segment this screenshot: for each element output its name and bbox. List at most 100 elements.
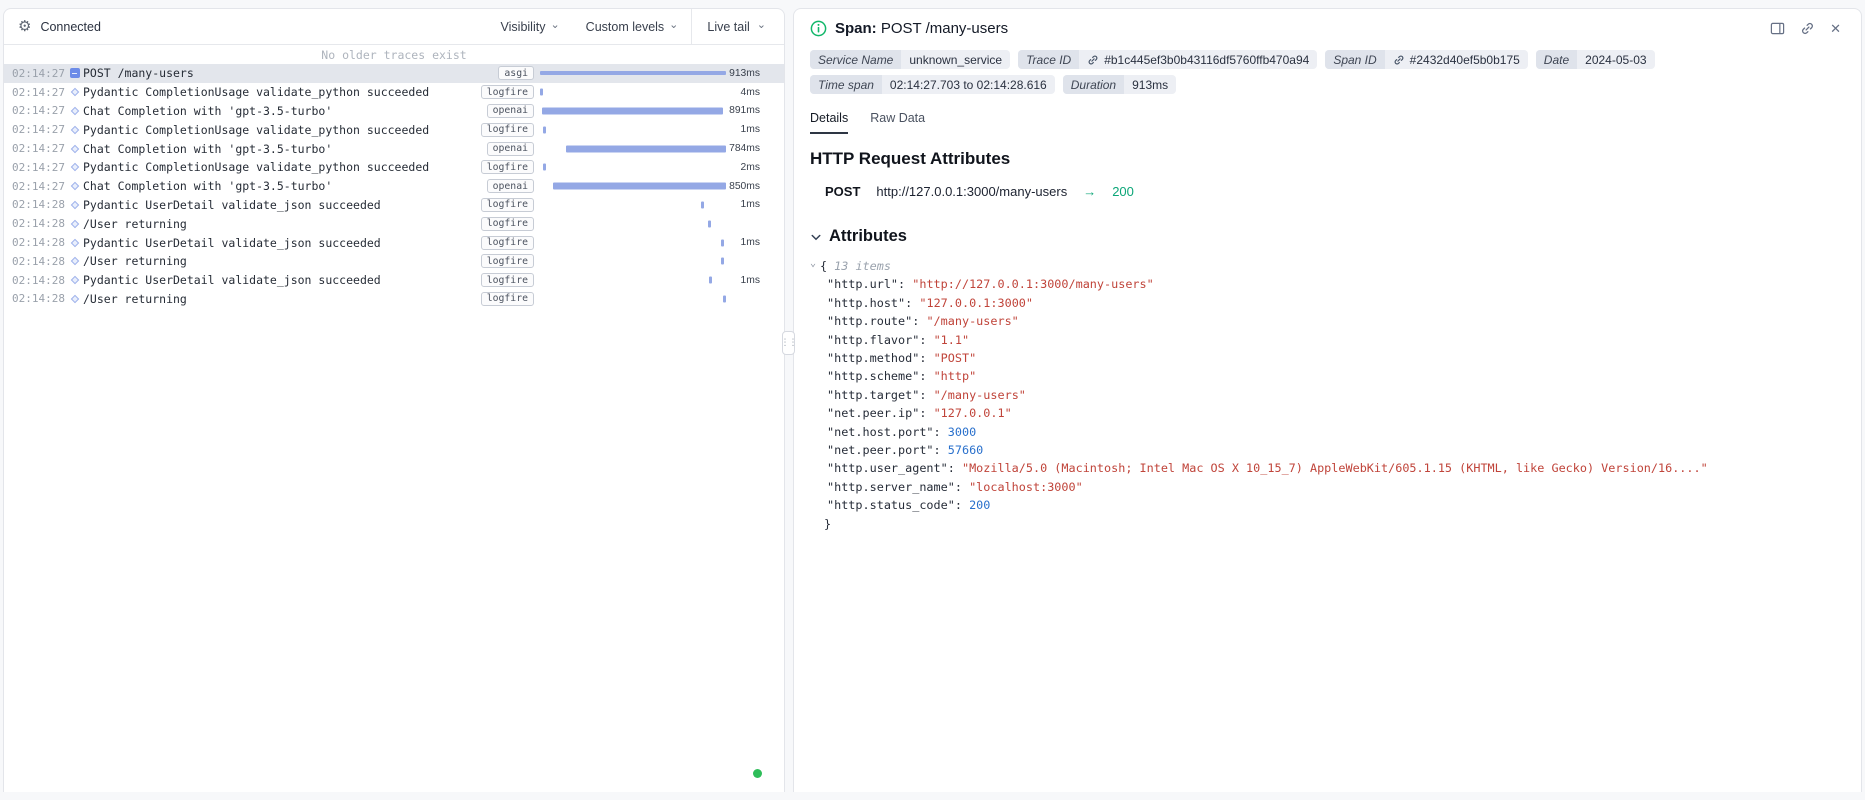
- trace-row[interactable]: 02:14:27 Pydantic CompletionUsage valida…: [4, 120, 784, 139]
- trace-row-duration: 913ms: [726, 68, 784, 79]
- trace-row-duration: 784ms: [726, 143, 784, 154]
- trace-row-timeline: [540, 102, 726, 121]
- tab[interactable]: Raw Data: [870, 111, 925, 134]
- trace-row-tag: openai: [487, 104, 534, 118]
- trace-row-icon: [70, 238, 78, 246]
- trace-row-time: 02:14:27: [4, 161, 66, 174]
- live-tail-button[interactable]: Live tail ⌄: [691, 9, 784, 44]
- chevron-down-icon[interactable]: ⌄: [810, 255, 816, 273]
- json-key: "http.server_name": [827, 480, 969, 494]
- json-value: "/many-users": [926, 314, 1018, 328]
- meta-chip-value: #b1c445ef3b0b43116df5760ffb470a94: [1104, 53, 1309, 67]
- visibility-dropdown[interactable]: Visibility ⌄: [488, 9, 573, 44]
- chevron-down-icon[interactable]: [810, 231, 822, 243]
- json-value: "Mozilla/5.0 (Macintosh; Intel Mac OS X …: [962, 461, 1708, 475]
- json-entry: "http.user_agent""Mozilla/5.0 (Macintosh…: [827, 459, 1845, 477]
- json-value: 200: [969, 498, 990, 512]
- meta-chip: Service Name unknown_service: [810, 50, 1010, 69]
- trace-row-timeline: [540, 139, 726, 158]
- json-key: "http.user_agent": [827, 461, 962, 475]
- json-entry: "http.route""/many-users": [827, 312, 1845, 330]
- trace-row-bar: [553, 183, 726, 190]
- json-value: "1.1": [934, 333, 970, 347]
- trace-row[interactable]: 02:14:27 POST /many-users asgi 913ms: [4, 64, 784, 83]
- trace-row-label: /User returning: [83, 254, 481, 268]
- link-icon[interactable]: [1087, 54, 1099, 66]
- link-icon[interactable]: [1393, 54, 1405, 66]
- trace-row-label: Pydantic UserDetail validate_json succee…: [83, 198, 481, 212]
- trace-row-label: Pydantic CompletionUsage validate_python…: [83, 160, 481, 174]
- trace-row-tag: logfire: [481, 292, 534, 306]
- span-detail-header: Span: POST /many-users ✕: [810, 20, 1845, 37]
- trace-row[interactable]: 02:14:27 Chat Completion with 'gpt-3.5-t…: [4, 177, 784, 196]
- trace-row-timeline: [540, 177, 726, 196]
- trace-row[interactable]: 02:14:27 Pydantic CompletionUsage valida…: [4, 83, 784, 102]
- trace-row-time: 02:14:28: [4, 198, 66, 211]
- trace-row-icon: [70, 201, 78, 209]
- trace-row-duration: 891ms: [726, 105, 784, 116]
- trace-row-time: 02:14:27: [4, 180, 66, 193]
- trace-row-duration: 2ms: [726, 162, 784, 173]
- items-count: 13 items: [834, 257, 891, 275]
- trace-row-icon: [70, 220, 78, 228]
- panel-resize-handle[interactable]: ⋮⋮: [782, 331, 795, 355]
- trace-row-bar: [540, 89, 543, 96]
- trace-row-label: /User returning: [83, 292, 481, 306]
- live-indicator-dot: [753, 769, 762, 778]
- trace-row-tag: logfire: [481, 123, 534, 137]
- json-value: "http://127.0.0.1:3000/many-users": [912, 277, 1153, 291]
- trace-row[interactable]: 02:14:27 Chat Completion with 'gpt-3.5-t…: [4, 102, 784, 121]
- tab[interactable]: Details: [810, 111, 848, 134]
- trace-row-icon: [70, 276, 78, 284]
- trace-row-icon: [70, 163, 78, 171]
- meta-chip-label: Time span: [810, 75, 882, 94]
- json-entry: "http.status_code"200: [827, 496, 1845, 514]
- span-meta: Service Name unknown_service Trace ID #b…: [810, 50, 1845, 94]
- meta-chip-label: Date: [1536, 50, 1577, 69]
- trace-row-icon: [70, 107, 78, 115]
- trace-row-time: 02:14:28: [4, 217, 66, 230]
- trace-row-time: 02:14:28: [4, 292, 66, 305]
- trace-row-bar: [721, 258, 724, 265]
- trace-row-timeline: [540, 64, 726, 83]
- meta-chip-label: Service Name: [810, 50, 901, 69]
- trace-row[interactable]: 02:14:28 Pydantic UserDetail validate_js…: [4, 271, 784, 290]
- meta-chip: Duration 913ms: [1063, 75, 1176, 94]
- trace-row-time: 02:14:28: [4, 236, 66, 249]
- trace-row[interactable]: 02:14:28 Pydantic UserDetail validate_js…: [4, 196, 784, 215]
- trace-row-label: Pydantic CompletionUsage validate_python…: [83, 123, 481, 137]
- json-key: "http.scheme": [827, 369, 934, 383]
- trace-row[interactable]: 02:14:28 Pydantic UserDetail validate_js…: [4, 233, 784, 252]
- json-entry: "net.peer.port"57660: [827, 441, 1845, 459]
- close-icon[interactable]: ✕: [1830, 21, 1841, 37]
- trace-row-icon: [70, 68, 80, 78]
- trace-row-time: 02:14:27: [4, 67, 66, 80]
- trace-row-timeline: [540, 83, 726, 102]
- json-value: 57660: [948, 443, 984, 457]
- settings-gear-icon[interactable]: ⚙: [18, 19, 31, 34]
- trace-row[interactable]: 02:14:27 Pydantic CompletionUsage valida…: [4, 158, 784, 177]
- trace-row-time: 02:14:27: [4, 142, 66, 155]
- trace-row-icon: [70, 182, 78, 190]
- trace-row-bar: [543, 126, 546, 133]
- trace-row-tag: logfire: [481, 273, 534, 287]
- trace-row-duration: 850ms: [726, 181, 784, 192]
- copy-link-icon[interactable]: [1800, 21, 1815, 36]
- json-entry: "net.peer.ip""127.0.0.1": [827, 404, 1845, 422]
- trace-row-icon: [70, 295, 78, 303]
- trace-row[interactable]: 02:14:28 /User returning logfire: [4, 252, 784, 271]
- trace-row-tag: logfire: [481, 236, 534, 250]
- http-request-attributes-heading: HTTP Request Attributes: [810, 149, 1845, 169]
- trace-row[interactable]: 02:14:28 /User returning logfire: [4, 290, 784, 309]
- open-drawer-icon[interactable]: [1770, 21, 1785, 36]
- trace-row-time: 02:14:27: [4, 86, 66, 99]
- custom-levels-dropdown[interactable]: Custom levels ⌄: [573, 9, 692, 44]
- meta-chip-value: unknown_service: [909, 53, 1002, 67]
- trace-row-bar: [542, 107, 723, 114]
- trace-row[interactable]: 02:14:27 Chat Completion with 'gpt-3.5-t…: [4, 139, 784, 158]
- trace-row-icon: [70, 88, 78, 96]
- trace-row[interactable]: 02:14:28 /User returning logfire: [4, 214, 784, 233]
- json-key: "http.status_code": [827, 498, 969, 512]
- json-value: "http": [934, 369, 977, 383]
- trace-row-time: 02:14:28: [4, 274, 66, 287]
